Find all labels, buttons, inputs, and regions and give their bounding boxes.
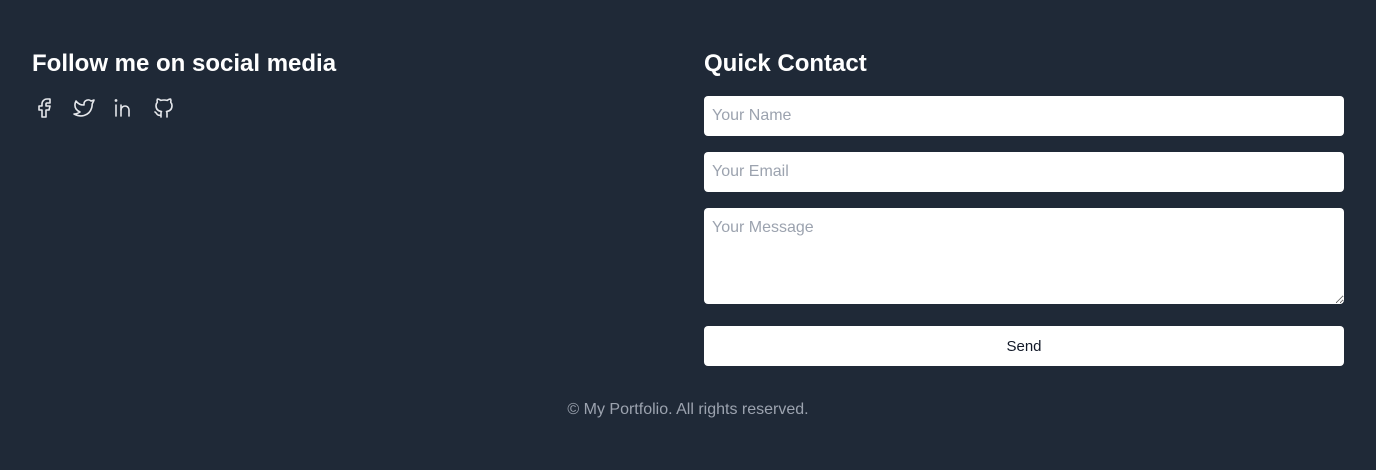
github-link[interactable]	[152, 96, 176, 120]
linkedin-icon	[112, 96, 136, 120]
contact-heading: Quick Contact	[704, 50, 867, 77]
linkedin-link[interactable]	[112, 96, 136, 120]
send-button[interactable]: Send	[704, 326, 1344, 366]
contact-form: Send	[704, 96, 1344, 366]
twitter-icon	[72, 96, 96, 120]
facebook-icon	[32, 96, 56, 120]
contact-section: Quick Contact Send	[704, 48, 1344, 366]
name-input[interactable]	[704, 96, 1344, 136]
social-section: Follow me on social media	[32, 48, 672, 120]
site-footer: Follow me on social media Quick Contact …	[0, 0, 1376, 470]
twitter-link[interactable]	[72, 96, 96, 120]
github-icon	[152, 96, 176, 120]
message-textarea[interactable]	[704, 208, 1344, 304]
facebook-link[interactable]	[32, 96, 56, 120]
social-links	[32, 96, 672, 120]
email-input[interactable]	[704, 152, 1344, 192]
copyright-text: © My Portfolio. All rights reserved.	[567, 401, 809, 418]
social-heading: Follow me on social media	[32, 50, 337, 77]
